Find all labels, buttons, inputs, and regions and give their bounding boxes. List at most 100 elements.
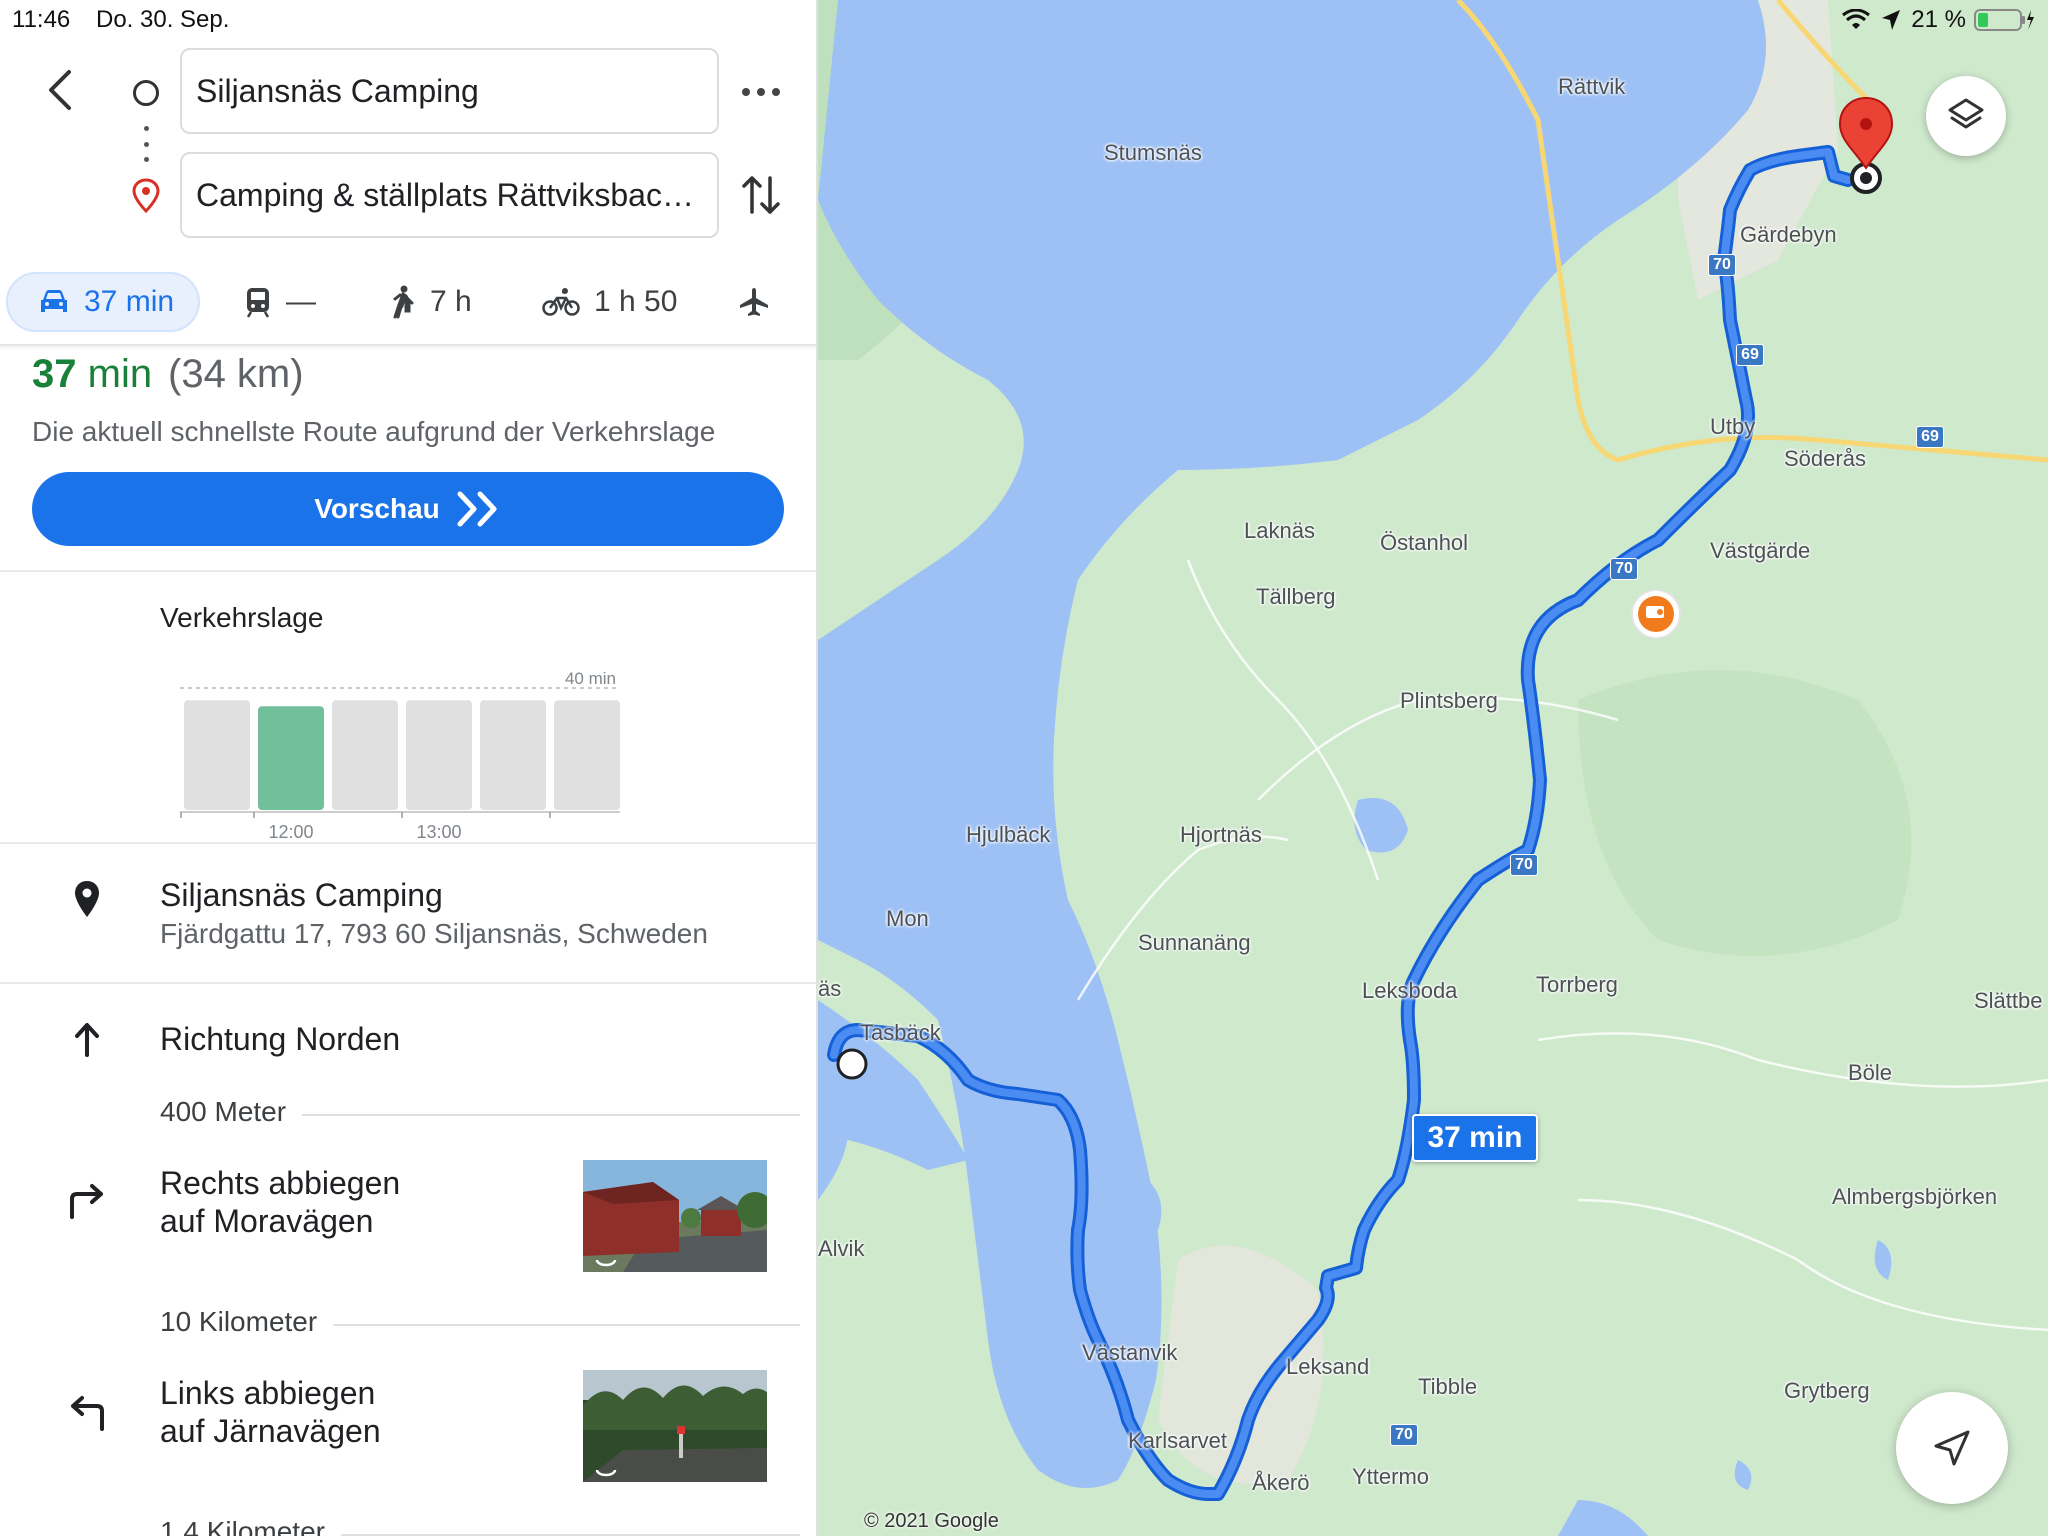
map-label: Tasbäck	[860, 1020, 941, 1045]
step-3-road: auf Järnavägen	[160, 1413, 381, 1449]
route-duration-value: 37	[32, 352, 77, 396]
step-2-icon-wrap	[66, 1180, 108, 1222]
step-2-distance: 10 Kilometer	[160, 1306, 334, 1338]
directions-panel: 11:46 Do. 30. Sep. Siljansnäs Camping Ca…	[0, 0, 816, 1536]
road-shield: 70	[1708, 254, 1736, 276]
map-label: Gärdebyn	[1740, 222, 1837, 247]
traffic-bar	[332, 700, 398, 810]
status-time: 11:46	[12, 6, 71, 33]
step-1-instruction: Richtung Norden	[160, 1021, 401, 1057]
map-label: Plintsberg	[1400, 688, 1498, 713]
location-arrow-icon	[1882, 10, 1901, 30]
step-3-distance: 1,4 Kilometer	[160, 1516, 341, 1536]
map-label: Söderås	[1784, 446, 1866, 471]
turn-right-icon	[70, 1184, 103, 1219]
tab-bike-label: 1 h 50	[594, 285, 678, 318]
road-shield: 69	[1736, 344, 1764, 366]
map-label: Åkerö	[1252, 1470, 1310, 1495]
tab-drive[interactable]: 37 min	[6, 272, 200, 332]
route-duration-label[interactable]: 37 min	[1412, 1114, 1538, 1162]
step-3-instruction: Links abbiegen	[160, 1375, 376, 1411]
route-description: Die aktuell schnellste Route aufgrund de…	[32, 416, 716, 447]
divider	[0, 570, 816, 572]
tab-fly[interactable]	[738, 272, 784, 332]
preview-button[interactable]: Vorschau	[32, 472, 784, 546]
map-label: Leksboda	[1362, 978, 1458, 1003]
destination-input[interactable]: Camping & ställplats Rättviksbacken	[180, 152, 719, 238]
battery-charging-icon	[1974, 9, 2034, 31]
tab-walk-label: 7 h	[430, 285, 472, 318]
chart-max-label: 40 min	[565, 669, 616, 688]
map-label: Västgärde	[1710, 538, 1811, 563]
start-place-name: Siljansnäs Camping	[160, 877, 443, 913]
road-shield: 70	[1390, 1424, 1418, 1446]
step-1-distance: 400 Meter	[160, 1096, 303, 1128]
map-label: äs	[818, 976, 842, 1001]
origin-input-value: Siljansnäs Camping	[196, 72, 479, 109]
status-date: Do. 30. Sep.	[96, 6, 230, 33]
map-label: Alvik	[818, 1236, 865, 1261]
route-distance: (34 km)	[168, 352, 304, 396]
tab-bike[interactable]: 1 h 50	[542, 272, 677, 332]
route-dots-icon	[143, 126, 149, 162]
plane-icon	[740, 288, 768, 316]
chart-time-label: 13:00	[416, 822, 461, 842]
destination-pin-icon	[132, 178, 160, 214]
route-duration: 37 min	[32, 352, 152, 397]
double-chevron-right-icon	[457, 491, 497, 527]
map-label: Grytberg	[1784, 1378, 1870, 1403]
map-label: Karlsarvet	[1128, 1428, 1228, 1453]
traffic-bar	[554, 700, 620, 810]
map-label: Laknäs	[1244, 518, 1315, 543]
map-label: Östanhol	[1380, 530, 1469, 555]
tab-drive-label: 37 min	[84, 285, 175, 318]
map-label: Rättvik	[1558, 74, 1626, 99]
traffic-chart: 40 min 12:00 13:00	[180, 669, 620, 842]
chart-time-label: 12:00	[268, 822, 313, 842]
arrow-up-icon	[75, 1023, 99, 1057]
walk-icon	[393, 285, 414, 319]
battery-percent: 21 %	[1911, 6, 1966, 33]
navigation-start-button[interactable]	[1896, 1392, 2008, 1504]
road-shield: 70	[1510, 854, 1538, 876]
start-place-address: Fjärdgattu 17, 793 60 Siljansnäs, Schwed…	[160, 918, 708, 949]
tab-transit[interactable]: —	[244, 272, 316, 332]
step-1-icon-wrap	[66, 1018, 108, 1060]
back-button[interactable]	[36, 60, 84, 120]
train-icon	[246, 288, 270, 318]
map-canvas[interactable]	[818, 0, 2048, 1536]
bike-icon	[542, 288, 580, 316]
navigation-arrow-icon	[1934, 1430, 1970, 1466]
map-label: Stumsnäs	[1104, 140, 1202, 165]
map-label: Tibble	[1418, 1374, 1478, 1399]
road-shield: 70	[1610, 558, 1638, 580]
destination-input-value: Camping & ställplats Rättviksbacken	[196, 176, 703, 213]
traffic-title: Verkehrslage	[160, 602, 324, 633]
map-layers-button[interactable]	[1926, 76, 2006, 156]
tab-walk[interactable]: 7 h	[390, 272, 472, 332]
step-2-road: auf Moravägen	[160, 1203, 374, 1239]
turn-left-icon	[71, 1396, 104, 1431]
step-3-icon-wrap	[66, 1392, 108, 1434]
streetview-thumbnail[interactable]	[583, 1160, 767, 1272]
car-icon	[41, 290, 67, 312]
origin-input[interactable]: Siljansnäs Camping	[180, 48, 719, 134]
map-label: Mon	[886, 906, 929, 931]
start-pin-row	[66, 878, 108, 920]
preview-button-label: Vorschau	[314, 493, 440, 524]
swap-directions-button[interactable]	[738, 170, 784, 220]
map-copyright: © 2021 Google	[864, 1510, 999, 1532]
wifi-icon	[1842, 9, 1871, 29]
traffic-bar	[406, 700, 472, 810]
map-label: Hjulbäck	[966, 822, 1051, 847]
streetview-thumbnail[interactable]	[583, 1370, 767, 1482]
divider	[0, 842, 816, 844]
map-label: Tällberg	[1256, 584, 1336, 609]
map-label: Sunnanäng	[1138, 930, 1251, 955]
traffic-bar	[258, 706, 324, 810]
chevron-left-icon	[49, 70, 71, 110]
map-label: Leksand	[1286, 1354, 1370, 1379]
more-options-button[interactable]	[738, 72, 784, 112]
map-view[interactable]: Rättvik Stumsnäs Gärdebyn Utby Söderås L…	[818, 0, 2048, 1536]
location-pin-icon	[75, 881, 99, 917]
